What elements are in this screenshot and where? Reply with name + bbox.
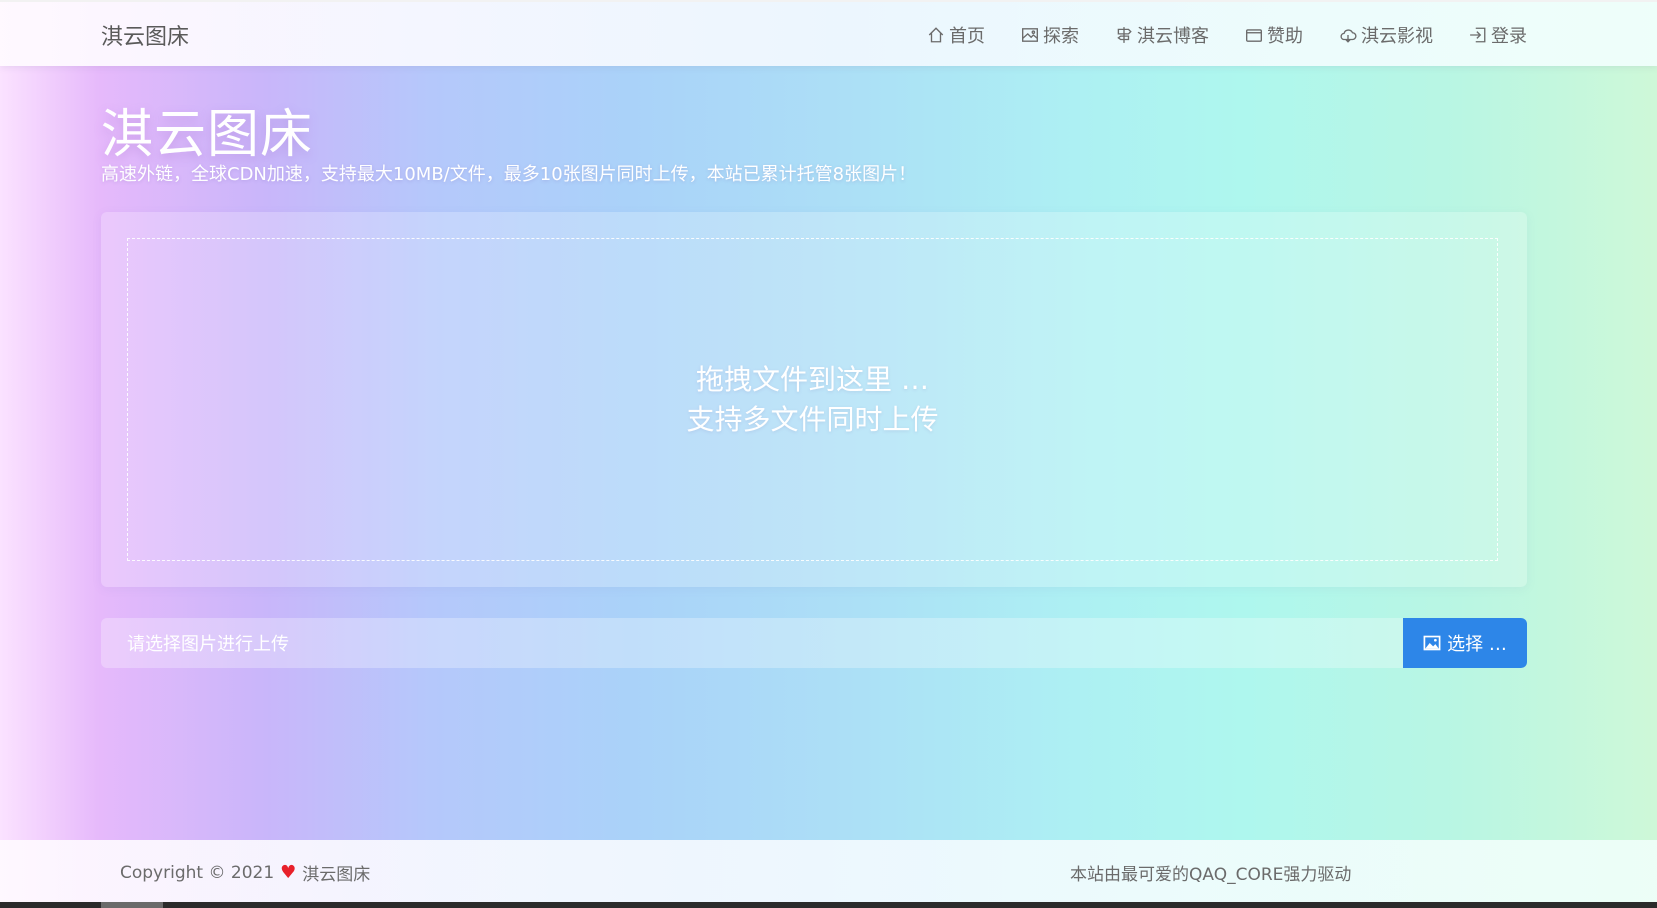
footer-copyright: Copyright © 2021 ♥ 淇云图床 xyxy=(120,860,370,885)
nav-movies-label: 淇云影视 xyxy=(1361,26,1433,47)
footer-powered-by: 本站由最可爱的QAQ_CORE强力驱动 xyxy=(1070,865,1352,885)
upload-card: 拖拽文件到这里 … 支持多文件同时上传 xyxy=(101,212,1527,587)
nav-explore-label: 探索 xyxy=(1043,26,1079,47)
nav-login[interactable]: 登录 xyxy=(1469,22,1527,48)
footer: Copyright © 2021 ♥ 淇云图床 本站由最可爱的QAQ_CORE强… xyxy=(0,840,1657,902)
home-icon xyxy=(928,27,944,43)
copyright-text: Copyright © 2021 xyxy=(120,862,275,883)
picture-icon xyxy=(1423,635,1441,651)
page-title: 淇云图床 xyxy=(101,105,314,165)
nav-sponsor-label: 赞助 xyxy=(1267,26,1303,47)
choose-file-button[interactable]: 选择 … xyxy=(1403,618,1527,668)
main-nav: 首页 探索 淇云博客 赞助 淇云影视 登录 xyxy=(927,2,1527,68)
horizontal-scrollbar[interactable] xyxy=(0,902,1657,908)
nav-explore[interactable]: 探索 xyxy=(1021,22,1079,48)
brand-logo[interactable]: 淇云图床 xyxy=(101,19,189,51)
file-drop-zone[interactable]: 拖拽文件到这里 … 支持多文件同时上传 xyxy=(127,238,1498,561)
scrollbar-thumb[interactable] xyxy=(101,902,163,908)
nav-sponsor[interactable]: 赞助 xyxy=(1245,22,1303,48)
page-subtitle: 高速外链，全球CDN加速，支持最大10MB/文件，最多10张图片同时上传，本站已… xyxy=(101,164,917,185)
image-icon xyxy=(1022,28,1038,42)
nav-home-label: 首页 xyxy=(949,26,985,47)
file-path-input[interactable]: 请选择图片进行上传 xyxy=(101,618,1403,668)
signpost-icon xyxy=(1117,27,1132,43)
footer-site-name[interactable]: 淇云图床 xyxy=(302,860,370,885)
choose-file-label: 选择 … xyxy=(1447,634,1507,655)
drop-zone-hint: 拖拽文件到这里 … xyxy=(696,362,929,396)
upload-input-group: 请选择图片进行上传 选择 … xyxy=(101,618,1527,668)
nav-login-label: 登录 xyxy=(1491,26,1527,47)
heart-icon: ♥ xyxy=(280,862,297,883)
nav-blog-label: 淇云博客 xyxy=(1137,26,1209,47)
top-navbar: 淇云图床 首页 探索 淇云博客 赞助 淇云影视 登录 xyxy=(0,0,1657,66)
drop-zone-subhint: 支持多文件同时上传 xyxy=(686,402,939,436)
nav-home[interactable]: 首页 xyxy=(927,22,985,48)
nav-blog[interactable]: 淇云博客 xyxy=(1115,22,1209,48)
cloud-icon xyxy=(1340,29,1357,43)
nav-movies[interactable]: 淇云影视 xyxy=(1339,22,1433,48)
wallet-icon xyxy=(1246,29,1262,42)
login-icon xyxy=(1470,27,1486,43)
